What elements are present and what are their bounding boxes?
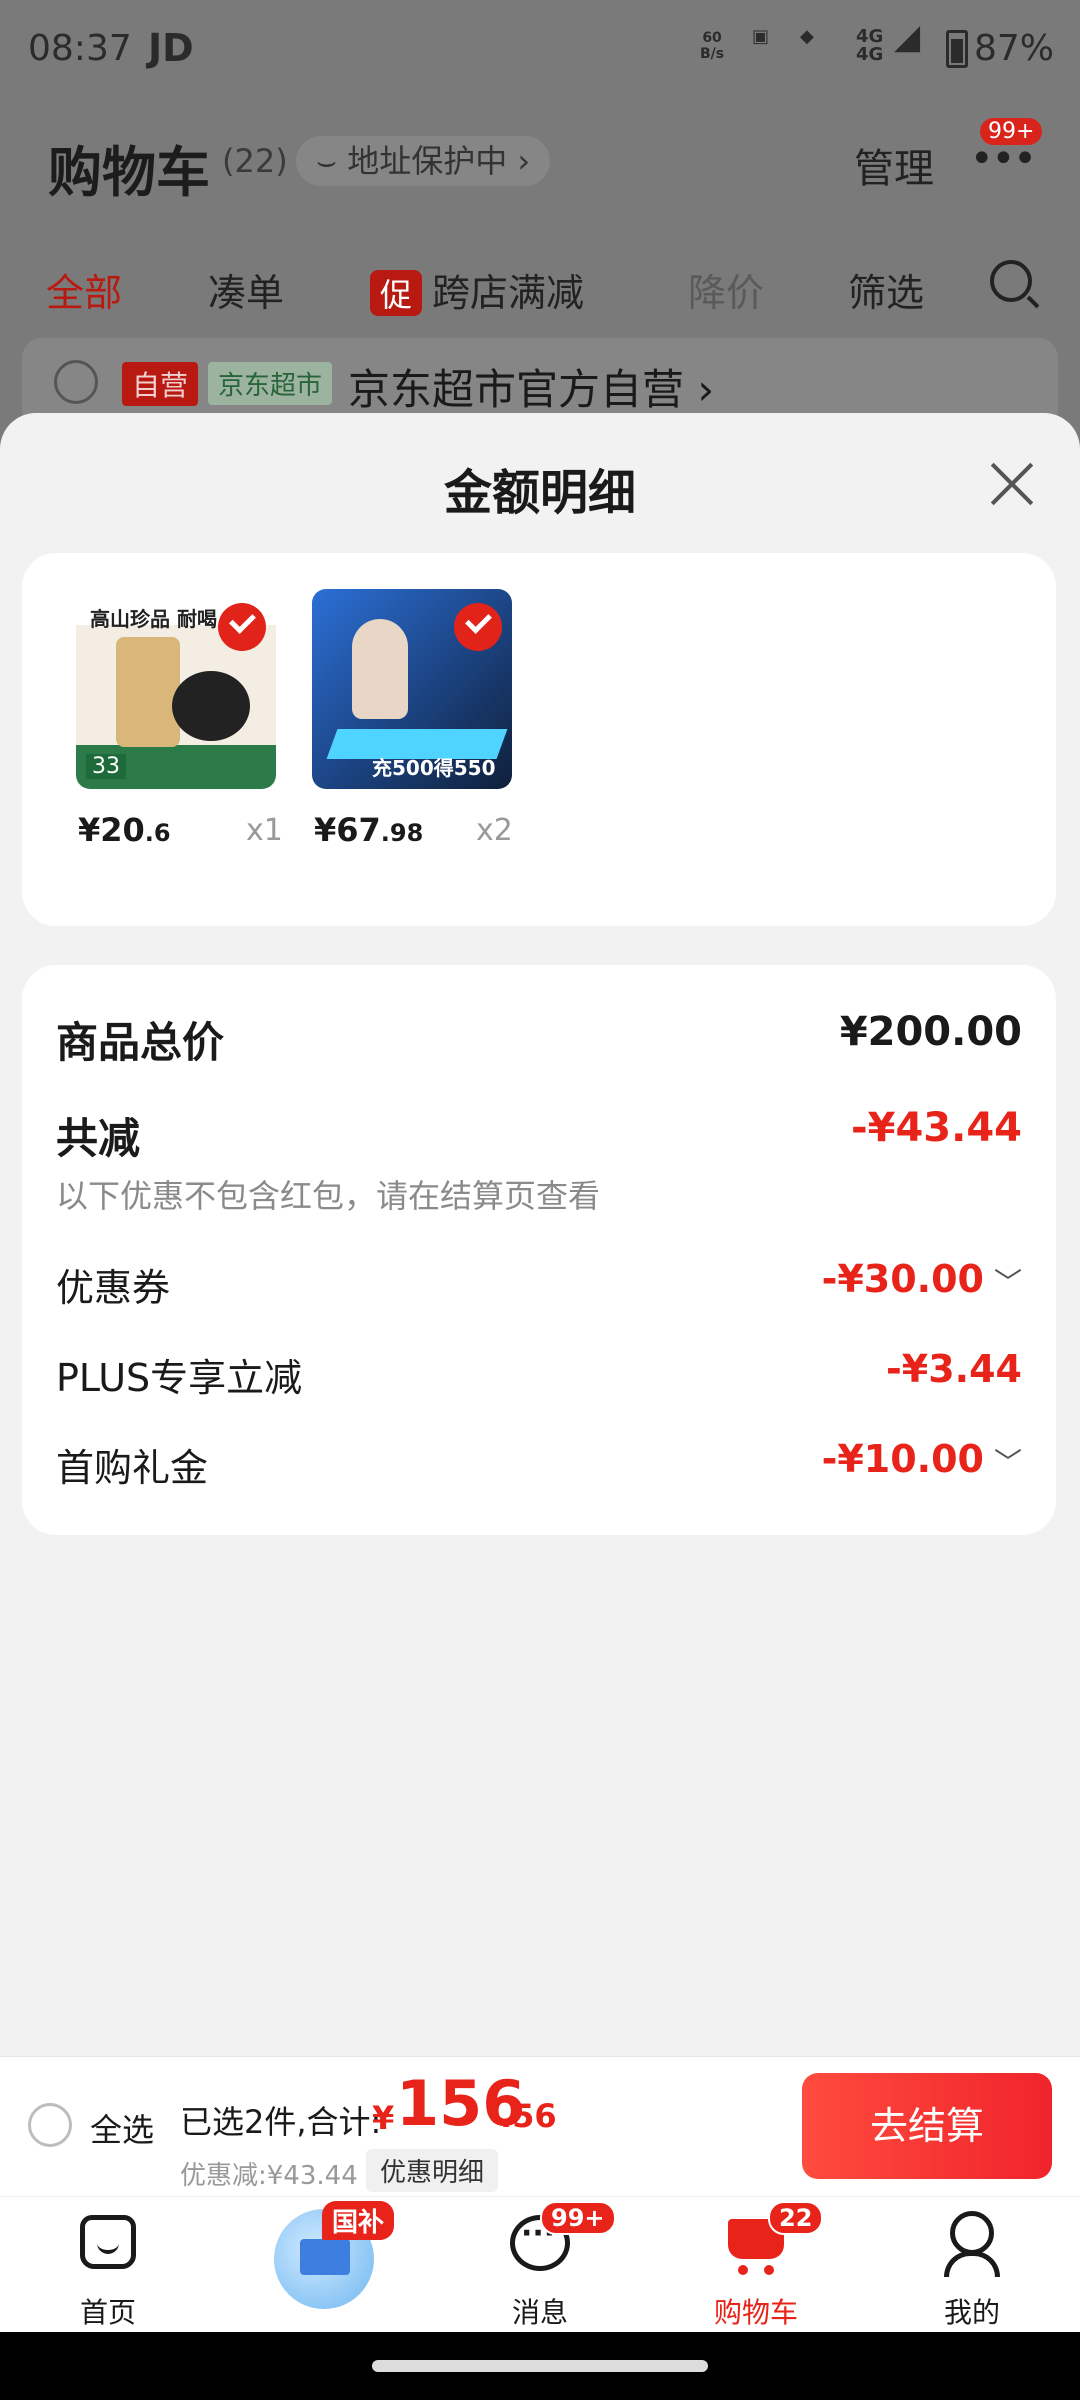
total-currency: ¥: [372, 2099, 395, 2137]
checkout-bar: 全选 已选2件,合计: ¥ 156 .56 优惠减:¥43.44 优惠明细 去结…: [0, 2056, 1080, 2196]
product-item[interactable]: 高山珍品 耐喝 33: [76, 589, 276, 789]
cart-tabs: 全部 凑单 促跨店满减 降价 筛选: [0, 252, 1080, 322]
nav-cart-label: 购物车: [713, 2296, 798, 2329]
cart-count: (22): [222, 142, 288, 180]
chevron-down-icon[interactable]: ﹀: [994, 1446, 1022, 1479]
total-reduce-label: 共减: [56, 1114, 141, 1163]
home-icon: [80, 2215, 136, 2269]
nav-messages-label: 消息: [511, 2296, 568, 2329]
bottom-tab-bar: 首页 国补 99+ 消息 22 购物车 我的: [0, 2196, 1080, 2332]
total-amount-decimal: .56: [500, 2097, 557, 2135]
product-card: 高山珍品 耐喝 33 ¥20.6 x1 充500得550 ¥67.98 x2: [22, 553, 1056, 926]
address-protection-pill[interactable]: ⌣ 地址保护中 ›: [296, 136, 551, 186]
status-time: 08:37: [28, 28, 132, 69]
product-price: ¥67.98: [314, 811, 424, 849]
product-qty: x1: [246, 813, 283, 848]
selected-check-icon[interactable]: [454, 603, 502, 651]
promo-tag: 促: [370, 270, 423, 316]
battery-percent: 87%: [974, 28, 1055, 69]
product-price: ¥20.6: [78, 811, 171, 849]
more-badge: 99+: [980, 118, 1043, 145]
first-purchase-gift-value[interactable]: -¥10.00 ﹀: [822, 1437, 1022, 1481]
price-breakdown-card: 商品总价 ¥200.00 共减 -¥43.44 以下优惠不包含红包，请在结算页查…: [22, 965, 1056, 1535]
home-indicator[interactable]: [372, 2360, 708, 2372]
cart-badge: 22: [768, 2201, 824, 2235]
nav-promo[interactable]: 国补: [254, 2197, 394, 2333]
manage-button[interactable]: 管理: [854, 136, 934, 194]
discount-note: 以下优惠不包含红包，请在结算页查看: [56, 1177, 601, 1215]
tab-all[interactable]: 全部: [46, 262, 122, 317]
total-reduce-value: -¥43.44: [851, 1105, 1022, 1151]
search-icon[interactable]: [990, 260, 1032, 302]
wifi-icon: ◆: [800, 26, 814, 47]
total-price-value: ¥200.00: [839, 1009, 1022, 1055]
checkout-button[interactable]: 去结算: [802, 2073, 1052, 2179]
signal-bars-icon: ◢: [894, 17, 921, 57]
discount-summary: 优惠减:¥43.44: [180, 2161, 358, 2191]
selected-check-icon[interactable]: [218, 603, 266, 651]
cart-title: 购物车: [48, 141, 210, 204]
nav-home[interactable]: 首页: [38, 2197, 178, 2333]
tab-cross-store[interactable]: 促跨店满减: [370, 262, 584, 317]
sheet-title: 金额明细: [443, 465, 636, 521]
total-price-label: 商品总价: [56, 1018, 225, 1067]
tab-combine[interactable]: 凑单: [208, 262, 284, 317]
amount-detail-sheet: 金额明细 高山珍品 耐喝 33 ¥20.6 x1 充500得550 ¥67.98…: [0, 413, 1080, 2056]
net-speed: 60 B/s: [700, 30, 725, 62]
selected-summary: 已选2件,合计:: [180, 2103, 382, 2141]
self-operated-tag: 自营: [122, 362, 199, 406]
nav-me-label: 我的: [943, 2296, 1000, 2329]
tab-filter[interactable]: 筛选: [848, 262, 924, 317]
nav-cart[interactable]: 22 购物车: [686, 2197, 826, 2333]
messages-badge: 99+: [540, 2201, 616, 2235]
select-all-label[interactable]: 全选: [90, 2105, 154, 2151]
nav-messages[interactable]: 99+ 消息: [470, 2197, 616, 2333]
product-image-water: 充500得550: [312, 589, 512, 789]
coupon-label: 优惠券: [56, 1266, 171, 1310]
coupon-value[interactable]: -¥30.00 ﹀: [822, 1257, 1022, 1301]
store-name[interactable]: 京东超市官方自营 ›: [348, 356, 714, 417]
close-icon[interactable]: [988, 461, 1034, 507]
chevron-down-icon[interactable]: ﹀: [994, 1266, 1022, 1299]
status-carrier: JD: [148, 26, 194, 70]
discount-detail-button[interactable]: 优惠明细: [366, 2149, 499, 2192]
eye-closed-icon: ⌣: [316, 142, 348, 180]
product-image-tea: 高山珍品 耐喝 33: [76, 589, 276, 789]
nfc-icon: ▣: [752, 26, 770, 47]
tab-price-drop[interactable]: 降价: [688, 262, 764, 317]
battery-icon: [946, 30, 968, 68]
plus-discount-value: -¥3.44: [886, 1347, 1022, 1391]
plus-discount-label: PLUS专享立减: [56, 1356, 303, 1400]
store-select-radio[interactable]: [54, 360, 98, 404]
first-purchase-gift-label: 首购礼金: [56, 1446, 209, 1490]
nav-me[interactable]: 我的: [902, 2197, 1042, 2333]
nav-home-label: 首页: [79, 2296, 136, 2329]
select-all-radio[interactable]: [28, 2103, 72, 2147]
subsidy-badge: 国补: [322, 2201, 394, 2240]
user-icon: [944, 2211, 1000, 2277]
gesture-bar: [0, 2332, 1080, 2400]
product-item[interactable]: 充500得550: [312, 589, 512, 789]
signal-icon: 4G 4G: [856, 26, 884, 65]
supermarket-tag: 京东超市: [208, 362, 333, 405]
product-qty: x2: [476, 813, 513, 848]
status-bar: 08:37 JD 60 B/s ▣ ◆ 4G 4G ◢ 87%: [0, 0, 1080, 100]
